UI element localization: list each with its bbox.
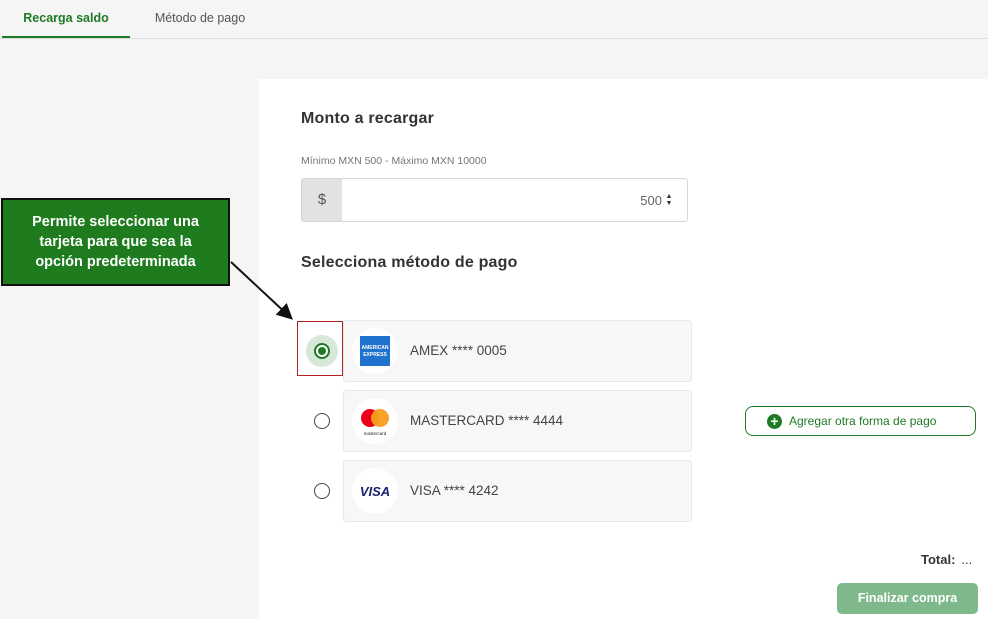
- tab-bar: Recarga saldo Método de pago: [0, 0, 988, 39]
- card-option-visa[interactable]: VISA VISA **** 4242: [343, 460, 692, 522]
- card-option-amex[interactable]: AMERICAN EXPRESS AMEX **** 0005: [343, 320, 692, 382]
- payment-method-title: Selecciona método de pago: [301, 254, 518, 271]
- card-option-mastercard[interactable]: mastercard MASTERCARD **** 4444: [343, 390, 692, 452]
- radio-visa[interactable]: [314, 483, 330, 499]
- total-label: Total:: [921, 552, 956, 567]
- amex-logo-text-1: AMERICAN: [362, 345, 389, 351]
- amount-range-hint: Mínimo MXN 500 - Máximo MXN 10000: [301, 155, 487, 167]
- add-payment-method-label: Agregar otra forma de pago: [789, 414, 937, 428]
- total-value: ...: [961, 552, 973, 567]
- total-summary: Total:...: [921, 552, 972, 567]
- default-card-highlight: [297, 321, 343, 376]
- plus-circle-icon: +: [767, 414, 782, 429]
- finish-purchase-button[interactable]: Finalizar compra: [837, 583, 978, 614]
- card-label-mastercard: MASTERCARD **** 4444: [410, 413, 564, 428]
- card-label-amex: AMEX **** 0005: [410, 343, 507, 358]
- amex-logo-icon: AMERICAN EXPRESS: [352, 328, 398, 374]
- card-label-visa: VISA **** 4242: [410, 483, 499, 498]
- number-stepper-icon[interactable]: ▲ ▼: [664, 193, 674, 209]
- visa-logo-text: VISA: [360, 484, 390, 499]
- visa-logo-icon: VISA: [352, 468, 398, 514]
- mastercard-logo-text: mastercard: [364, 431, 387, 436]
- tab-recarga-saldo[interactable]: Recarga saldo: [2, 0, 130, 38]
- amex-logo-text-2: EXPRESS: [363, 352, 387, 358]
- annotation-callout: Permite seleccionar una tarjeta para que…: [1, 198, 230, 286]
- amount-section-title: Monto a recargar: [301, 110, 435, 127]
- tab-metodo-de-pago[interactable]: Método de pago: [140, 0, 260, 37]
- radio-mastercard[interactable]: [314, 413, 330, 429]
- amount-field: $ ▲▼: [301, 178, 688, 222]
- currency-prefix: $: [302, 179, 342, 221]
- add-payment-method-button[interactable]: + Agregar otra forma de pago: [745, 406, 976, 436]
- mastercard-logo-icon: mastercard: [352, 398, 398, 444]
- annotation-callout-text: Permite seleccionar una tarjeta para que…: [32, 214, 199, 270]
- amount-input[interactable]: [344, 179, 662, 221]
